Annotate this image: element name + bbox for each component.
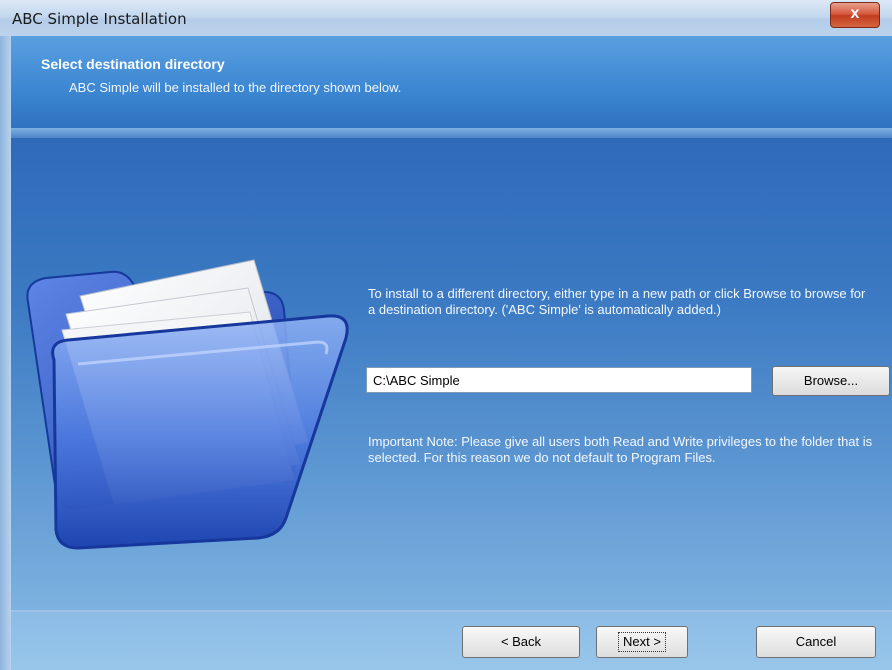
title-bar: ABC Simple Installation x [0,0,892,37]
close-button[interactable]: x [830,2,880,28]
window-title: ABC Simple Installation [12,10,187,28]
wizard-header: Select destination directory ABC Simple … [11,36,892,129]
window-frame [0,36,11,670]
cancel-button[interactable]: Cancel [756,626,876,658]
next-button-label: Next > [618,632,666,652]
browse-button[interactable]: Browse... [772,366,890,396]
header-subtitle: ABC Simple will be installed to the dire… [69,80,402,95]
back-button[interactable]: < Back [462,626,580,658]
header-title: Select destination directory [41,56,225,72]
header-divider [11,128,892,138]
instruction-text: To install to a different directory, eit… [368,286,866,317]
important-note-text: Important Note: Please give all users bo… [368,434,873,465]
open-folder-icon [26,259,349,550]
next-button[interactable]: Next > [596,626,688,658]
close-icon: x [850,5,860,22]
destination-path-input[interactable] [366,367,752,393]
